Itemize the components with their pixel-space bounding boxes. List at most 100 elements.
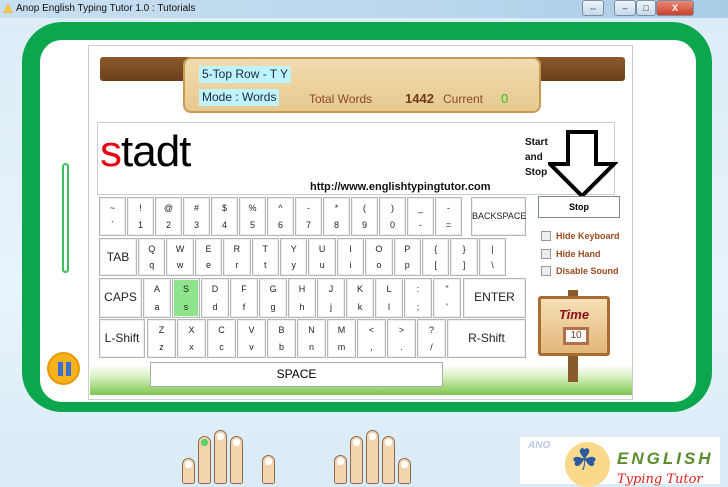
finger [334,455,347,484]
key-'[interactable]: " ' [433,278,461,318]
key-][interactable]: }] [450,238,478,276]
key-.[interactable]: >. [387,319,416,358]
key-char: v [249,342,254,352]
key-o[interactable]: Oo [365,238,393,276]
key-t[interactable]: Tt [251,238,279,276]
key-5[interactable]: % 5 [239,197,266,236]
key-b[interactable]: Bb [267,319,296,358]
key-7[interactable]: -7 [295,197,322,236]
mode-label: Mode : Words [199,89,280,106]
hide-keyboard-checkbox[interactable]: Hide Keyboard [541,231,620,241]
key-tab[interactable]: TAB [99,238,137,276]
key-l[interactable]: Ll [375,278,403,318]
total-words-value: 1442 [405,91,434,106]
practice-word: stadt [100,127,191,177]
side-slider[interactable] [62,163,69,273]
key-shift-char: < [368,325,375,335]
finger [398,458,411,484]
key-char: 9 [361,220,367,230]
website-url[interactable]: http://www.englishtypingtutor.com [310,181,490,193]
key-shift-char: I [349,244,352,254]
key-,[interactable]: <, [357,319,386,358]
wood-post-right [529,57,625,81]
key-char: a [154,302,160,312]
key-shift-char: # [193,203,199,213]
key-z[interactable]: Zz [147,319,176,358]
key-shift-char: X [188,325,195,335]
restore-arrows-button[interactable]: ⇔ [582,0,604,16]
key-shift-char: M [337,325,346,335]
fingernail [369,433,376,440]
key-shift-char: _ [417,203,423,213]
hide-hand-checkbox[interactable]: Hide Hand [541,249,601,259]
key-char: s [183,302,189,312]
key-6[interactable]: ^ 6 [267,197,294,236]
wood-post-left [100,57,196,81]
key-p[interactable]: Pp [393,238,421,276]
key-r[interactable]: Rr [223,238,251,276]
key-char: r [235,260,239,270]
key-a[interactable]: Aa [143,278,171,318]
key-=[interactable]: - = [435,197,462,236]
disable-sound-checkbox[interactable]: Disable Sound [541,266,619,276]
key-/[interactable]: ? / [417,319,446,358]
key-g[interactable]: Gg [259,278,287,318]
key-char: o [376,260,382,270]
key-shift-char: | [491,244,494,254]
key-c[interactable]: Cc [207,319,236,358]
close-button[interactable]: X [656,0,694,16]
triquetra-logo-icon: ☘ [565,442,610,487]
key-shift-char: ^ [278,203,283,213]
key-char: - [419,220,422,230]
key-h[interactable]: Hh [288,278,316,318]
key-2[interactable]: @2 [155,197,182,236]
key-4[interactable]: $4 [211,197,238,236]
hide-keyboard-label: Hide Keyboard [556,231,620,241]
key-f[interactable]: Ff [230,278,258,318]
key-char: 8 [333,220,339,230]
minimize-button[interactable]: – [614,0,636,16]
stop-button[interactable]: Stop [538,196,620,218]
key-u[interactable]: Uu [308,238,336,276]
key-backspace[interactable]: BACKSPACE [471,197,526,236]
key-char: k [357,302,363,312]
key-char: ' [446,302,448,312]
key-x[interactable]: Xx [177,319,206,358]
key-\[interactable]: | \ [478,238,507,276]
key-right-shift[interactable]: R-Shift [447,319,526,358]
total-words-label: Total Words [309,92,373,106]
key--[interactable]: _ - [407,197,434,236]
key-e[interactable]: Ee [194,238,223,276]
key-y[interactable]: Yy [280,238,308,276]
key-q[interactable]: Qq [138,238,166,276]
key-[[interactable]: {[ [422,238,450,276]
key-char: t [264,260,267,270]
logo-title: ENGLISH [617,449,714,468]
key-j[interactable]: Jj [317,278,345,318]
key-caps[interactable]: CAPS [99,278,142,318]
key-shift-char: J [328,284,334,294]
key-v[interactable]: Vv [237,319,266,358]
app-icon [3,3,13,13]
timer-sign: Time 10 [538,296,610,356]
key-m[interactable]: Mm [327,319,356,358]
key-k[interactable]: Kk [346,278,374,318]
key-w[interactable]: Ww [166,238,194,276]
maximize-button[interactable]: □ [636,0,656,16]
key-enter[interactable]: ENTER [463,278,526,318]
current-label: Current [443,92,484,106]
key-3[interactable]: #3 [183,197,210,236]
key-d[interactable]: Dd [201,278,229,318]
key-0[interactable]: ) 0 [379,197,406,236]
key-space[interactable]: SPACE [150,362,443,387]
key-left-shift[interactable]: L-Shift [99,319,145,358]
key-8[interactable]: * 8 [323,197,350,236]
key-n[interactable]: Nn [297,319,326,358]
pause-button[interactable] [47,352,80,385]
key-`[interactable]: ~ ` [99,197,126,236]
key-1[interactable]: ! 1 [127,197,154,236]
key-9[interactable]: (9 [351,197,378,236]
key-;[interactable]: :; [404,278,432,318]
key-s[interactable]: Ss [172,278,200,318]
key-i[interactable]: Ii [336,238,365,276]
